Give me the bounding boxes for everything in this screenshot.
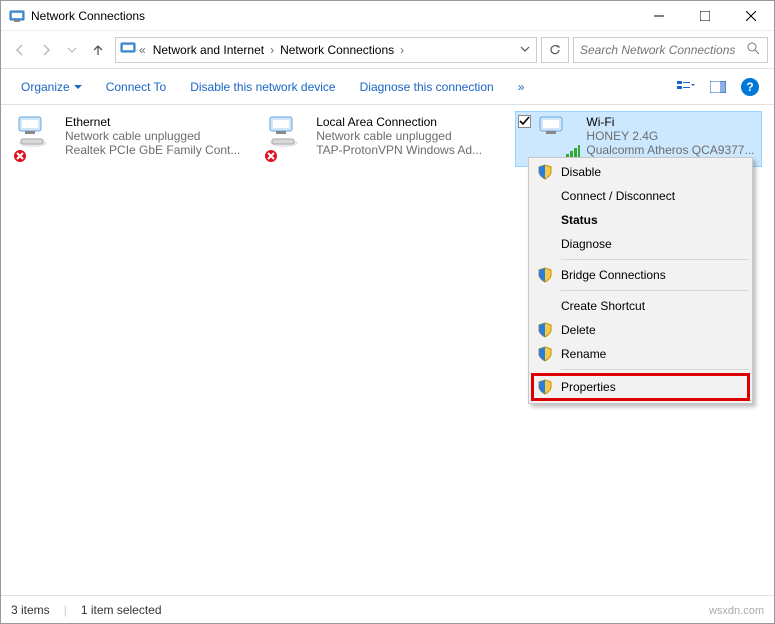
- command-bar: Organize Connect To Disable this network…: [1, 69, 774, 105]
- diagnose-connection-button[interactable]: Diagnose this connection: [350, 74, 504, 100]
- connection-ethernet[interactable]: Ethernet Network cable unplugged Realtek…: [13, 111, 264, 167]
- connection-device: Qualcomm Atheros QCA9377...: [586, 143, 754, 157]
- breadcrumb-network-internet[interactable]: Network and Internet: [149, 41, 268, 59]
- ctx-disable[interactable]: Disable: [531, 160, 750, 184]
- connection-device: TAP-ProtonVPN Windows Ad...: [316, 143, 482, 157]
- context-menu: Disable Connect / Disconnect Status Diag…: [528, 157, 753, 404]
- content-area: Ethernet Network cable unplugged Realtek…: [1, 105, 774, 595]
- title-bar: Network Connections: [1, 1, 774, 31]
- connect-to-button[interactable]: Connect To: [96, 74, 177, 100]
- ctx-bridge[interactable]: Bridge Connections: [531, 263, 750, 287]
- preview-pane-button[interactable]: [704, 73, 732, 101]
- watermark: wsxdn.com: [709, 605, 764, 617]
- forward-button[interactable]: [33, 37, 59, 63]
- ctx-properties[interactable]: Properties: [531, 373, 750, 401]
- connection-name: Ethernet: [65, 115, 240, 129]
- connection-local-area[interactable]: Local Area Connection Network cable unpl…: [264, 111, 515, 167]
- view-options-button[interactable]: [672, 73, 700, 101]
- connection-name: Local Area Connection: [316, 115, 482, 129]
- disable-device-button[interactable]: Disable this network device: [180, 74, 345, 100]
- search-icon: [747, 42, 761, 58]
- search-input[interactable]: [580, 43, 747, 57]
- ctx-separator: [561, 259, 749, 260]
- organize-button[interactable]: Organize: [11, 74, 92, 100]
- recent-chevron[interactable]: [59, 37, 85, 63]
- shield-icon: [537, 267, 553, 283]
- status-selected-count: 1 item selected: [81, 603, 162, 617]
- refresh-button[interactable]: [541, 37, 569, 63]
- ctx-rename[interactable]: Rename: [531, 342, 750, 366]
- breadcrumb-sep: «: [139, 43, 146, 57]
- shield-icon: [537, 379, 553, 395]
- address-dropdown-icon[interactable]: [520, 43, 530, 57]
- back-button[interactable]: [7, 37, 33, 63]
- selection-checkbox[interactable]: [518, 115, 531, 128]
- chevron-right-icon[interactable]: ›: [400, 43, 404, 57]
- window-title: Network Connections: [31, 9, 636, 23]
- chevron-right-icon[interactable]: ›: [270, 43, 274, 57]
- connection-device: Realtek PCIe GbE Family Cont...: [65, 143, 240, 157]
- help-button[interactable]: ?: [736, 73, 764, 101]
- status-bar: 3 items | 1 item selected: [1, 595, 774, 623]
- error-x-icon: [13, 149, 27, 163]
- more-commands-button[interactable]: »: [508, 74, 535, 100]
- wifi-icon: [534, 115, 582, 163]
- ctx-create-shortcut[interactable]: Create Shortcut: [531, 294, 750, 318]
- connection-status: HONEY 2.4G: [586, 129, 754, 143]
- search-box[interactable]: [573, 37, 768, 63]
- shield-icon: [537, 164, 553, 180]
- ctx-separator: [561, 290, 749, 291]
- connection-name: Wi-Fi: [586, 115, 754, 129]
- connection-status: Network cable unplugged: [65, 129, 240, 143]
- minimize-button[interactable]: [636, 1, 682, 31]
- maximize-button[interactable]: [682, 1, 728, 31]
- close-button[interactable]: [728, 1, 774, 31]
- control-panel-icon: [120, 40, 136, 59]
- ctx-diagnose[interactable]: Diagnose: [531, 232, 750, 256]
- status-item-count: 3 items: [11, 603, 50, 617]
- nav-bar: « Network and Internet › Network Connect…: [1, 31, 774, 69]
- ctx-status[interactable]: Status: [531, 208, 750, 232]
- up-button[interactable]: [85, 37, 111, 63]
- shield-icon: [537, 346, 553, 362]
- breadcrumb-network-connections[interactable]: Network Connections: [276, 41, 398, 59]
- lan-icon: [264, 115, 312, 163]
- app-icon: [9, 8, 25, 24]
- ethernet-icon: [13, 115, 61, 163]
- ctx-delete[interactable]: Delete: [531, 318, 750, 342]
- connection-status: Network cable unplugged: [316, 129, 482, 143]
- ctx-separator: [561, 369, 749, 370]
- status-separator: |: [64, 603, 67, 617]
- ctx-connect-disconnect[interactable]: Connect / Disconnect: [531, 184, 750, 208]
- address-bar[interactable]: « Network and Internet › Network Connect…: [115, 37, 537, 63]
- shield-icon: [537, 322, 553, 338]
- error-x-icon: [264, 149, 278, 163]
